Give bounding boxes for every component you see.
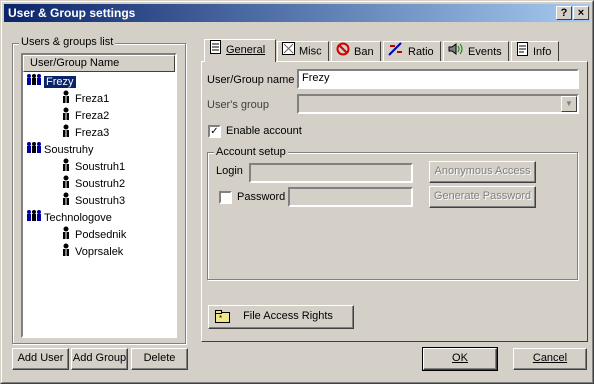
password-input[interactable] (288, 187, 413, 207)
user-icon (61, 158, 71, 176)
tab-events-label: Events (468, 45, 502, 58)
ok-button[interactable]: OK (422, 347, 498, 371)
misc-icon (282, 42, 295, 61)
tab-misc[interactable]: Misc (277, 41, 329, 62)
tree-item-label: Freza1 (75, 92, 110, 105)
tab-ratio-label: Ratio (408, 45, 434, 58)
svg-text:*: * (219, 314, 222, 323)
tab-ratio[interactable]: Ratio (383, 41, 441, 62)
password-label: Password (237, 191, 286, 203)
ratio-icon (388, 42, 404, 62)
login-input[interactable] (249, 163, 413, 183)
user-icon (61, 107, 71, 125)
tab-events[interactable]: Events (443, 41, 509, 62)
speaker-icon (448, 42, 464, 62)
tree-column-header[interactable]: User/Group Name (23, 55, 175, 72)
tab-ban-label: Ban (354, 45, 374, 58)
name-label: User/Group name (207, 74, 295, 86)
tab-info-label: Info (533, 45, 552, 58)
tree-user-item[interactable]: Voprsalek (61, 243, 123, 259)
tree-group-item[interactable]: Technologove (25, 209, 112, 225)
group-label: User's group (207, 99, 270, 111)
password-checkbox[interactable] (219, 191, 232, 204)
enable-account-label: Enable account (226, 125, 302, 137)
enable-account-checkbox[interactable]: ✓ (208, 125, 221, 138)
tab-ban[interactable]: Ban (331, 41, 381, 62)
user-group-settings-window: User & Group settings ? × Users & groups… (0, 0, 594, 384)
info-icon (516, 42, 529, 62)
tab-general-label: General (226, 43, 266, 56)
tree-item-label: Technologove (44, 211, 112, 224)
tree-user-item[interactable]: Soustruh3 (61, 192, 125, 208)
title-bar: User & Group settings ? × (4, 4, 590, 22)
tree-user-item[interactable]: Soustruh2 (61, 175, 125, 191)
tree-user-item[interactable]: Freza1 (61, 90, 109, 106)
tree-item-label: Podsednik (75, 228, 127, 241)
users-groups-label: Users & groups list (19, 36, 116, 48)
user-icon (61, 175, 71, 193)
close-button[interactable]: × (573, 6, 589, 20)
user-icon (61, 192, 71, 210)
tree-item-label: Soustruhy (44, 143, 94, 156)
group-icon (25, 209, 43, 227)
tree-item-label: Frezy (44, 75, 76, 88)
file-access-rights-button[interactable]: * File Access Rights (208, 305, 354, 329)
document-icon (209, 40, 222, 60)
account-setup-label: Account setup (214, 146, 288, 158)
group-icon (25, 73, 43, 91)
file-access-rights-label: File Access Rights (243, 310, 333, 322)
users-groups-tree[interactable]: User/Group Name Frezy Freza1 Freza2 Freza3 S… (21, 53, 177, 338)
delete-button[interactable]: Delete (131, 348, 188, 370)
add-group-button[interactable]: Add Group (71, 348, 128, 370)
login-label: Login (216, 165, 243, 177)
tab-general[interactable]: General (204, 39, 276, 62)
tab-info[interactable]: Info (511, 41, 559, 62)
name-input[interactable]: Frezy (297, 69, 579, 89)
help-button[interactable]: ? (556, 6, 572, 20)
tree-user-item[interactable]: Soustruh1 (61, 158, 125, 174)
tree-group-item[interactable]: Soustruhy (25, 141, 94, 157)
cancel-label: Cancel (532, 352, 568, 364)
tree-item-label: Soustruh1 (75, 160, 126, 173)
cancel-button[interactable]: Cancel (513, 348, 587, 370)
ok-label: OK (452, 352, 468, 364)
anonymous-access-button[interactable]: Anonymous Access (429, 161, 536, 183)
tree-item-label: Freza3 (75, 126, 110, 139)
tree-user-item[interactable]: Freza2 (61, 107, 109, 123)
window-title: User & Group settings (8, 6, 136, 20)
user-icon (61, 124, 71, 142)
chevron-down-icon[interactable]: ▼ (561, 96, 577, 112)
user-icon (61, 243, 71, 261)
tree-item-label: Freza2 (75, 109, 110, 122)
tree-user-item[interactable]: Podsednik (61, 226, 126, 242)
folder-key-icon: * (215, 310, 231, 331)
add-user-button[interactable]: Add User (12, 348, 69, 370)
generate-password-button[interactable]: Generate Password (429, 186, 536, 208)
user-icon (61, 90, 71, 108)
tree-item-label: Soustruh3 (75, 194, 126, 207)
ban-icon (336, 42, 350, 62)
group-select[interactable]: ▼ (297, 94, 579, 114)
tree-user-item[interactable]: Freza3 (61, 124, 109, 140)
tree-item-label: Voprsalek (75, 245, 124, 258)
group-icon (25, 141, 43, 159)
tree-item-label: Soustruh2 (75, 177, 126, 190)
user-icon (61, 226, 71, 244)
tab-misc-label: Misc (299, 45, 322, 58)
tree-group-item[interactable]: Frezy (25, 73, 76, 89)
